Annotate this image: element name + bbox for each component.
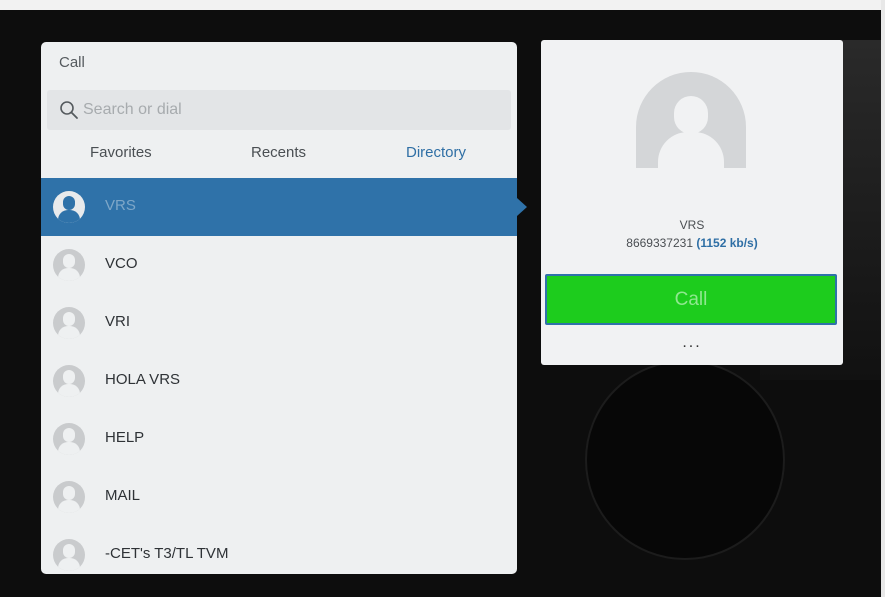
tab-favorites[interactable]: Favorites [90, 144, 152, 161]
detail-number: 8669337231 [626, 236, 694, 250]
selection-pointer [517, 198, 527, 216]
screen-bezel-right [881, 0, 885, 597]
contact-name: VCO [105, 255, 138, 272]
contact-list: VRS VCO VRI HOLA VRS HELP MAIL -CET's T3… [41, 178, 517, 574]
panel-title: Call [59, 54, 85, 71]
detail-rate: (1152 kb/s) [696, 236, 758, 250]
avatar-icon [53, 365, 85, 397]
avatar-icon [53, 249, 85, 281]
contact-name: HOLA VRS [105, 371, 181, 388]
avatar-icon [53, 481, 85, 513]
contact-row[interactable]: VRI [41, 294, 517, 352]
background-camera [585, 360, 785, 560]
call-button[interactable]: Call [545, 274, 837, 325]
avatar-icon [53, 539, 85, 571]
contact-row[interactable]: HELP [41, 410, 517, 468]
more-options-button[interactable]: ... [667, 334, 717, 354]
search-box[interactable] [47, 90, 511, 130]
call-panel: Call Favorites Recents Directory VRS VCO… [41, 42, 517, 574]
contact-name: VRI [105, 313, 131, 330]
tab-directory[interactable]: Directory [406, 144, 466, 161]
avatar-icon [53, 423, 85, 455]
screen-bezel-top [0, 0, 885, 10]
contact-row[interactable]: MAIL [41, 468, 517, 526]
contact-name: VRS [105, 197, 136, 214]
tab-bar: Favorites Recents Directory [41, 144, 517, 170]
search-input[interactable] [83, 90, 503, 130]
contact-name: HELP [105, 429, 145, 446]
tab-recents[interactable]: Recents [251, 144, 306, 161]
contact-row[interactable]: HOLA VRS [41, 352, 517, 410]
avatar-icon [53, 307, 85, 339]
contact-detail-card: VRS 8669337231 (1152 kb/s) Call ... [541, 40, 843, 365]
contact-name: MAIL [105, 487, 141, 504]
contact-row[interactable]: VCO [41, 236, 517, 294]
contact-row[interactable]: -CET's T3/TL TVM [41, 526, 517, 574]
contact-row-selected[interactable]: VRS [41, 178, 517, 236]
detail-name: VRS [679, 218, 705, 232]
detail-number-line: 8669337231 (1152 kb/s) [541, 236, 843, 250]
avatar-icon [636, 72, 746, 168]
avatar-icon [53, 191, 85, 223]
search-icon [60, 101, 78, 119]
contact-name: -CET's T3/TL TVM [105, 545, 229, 562]
